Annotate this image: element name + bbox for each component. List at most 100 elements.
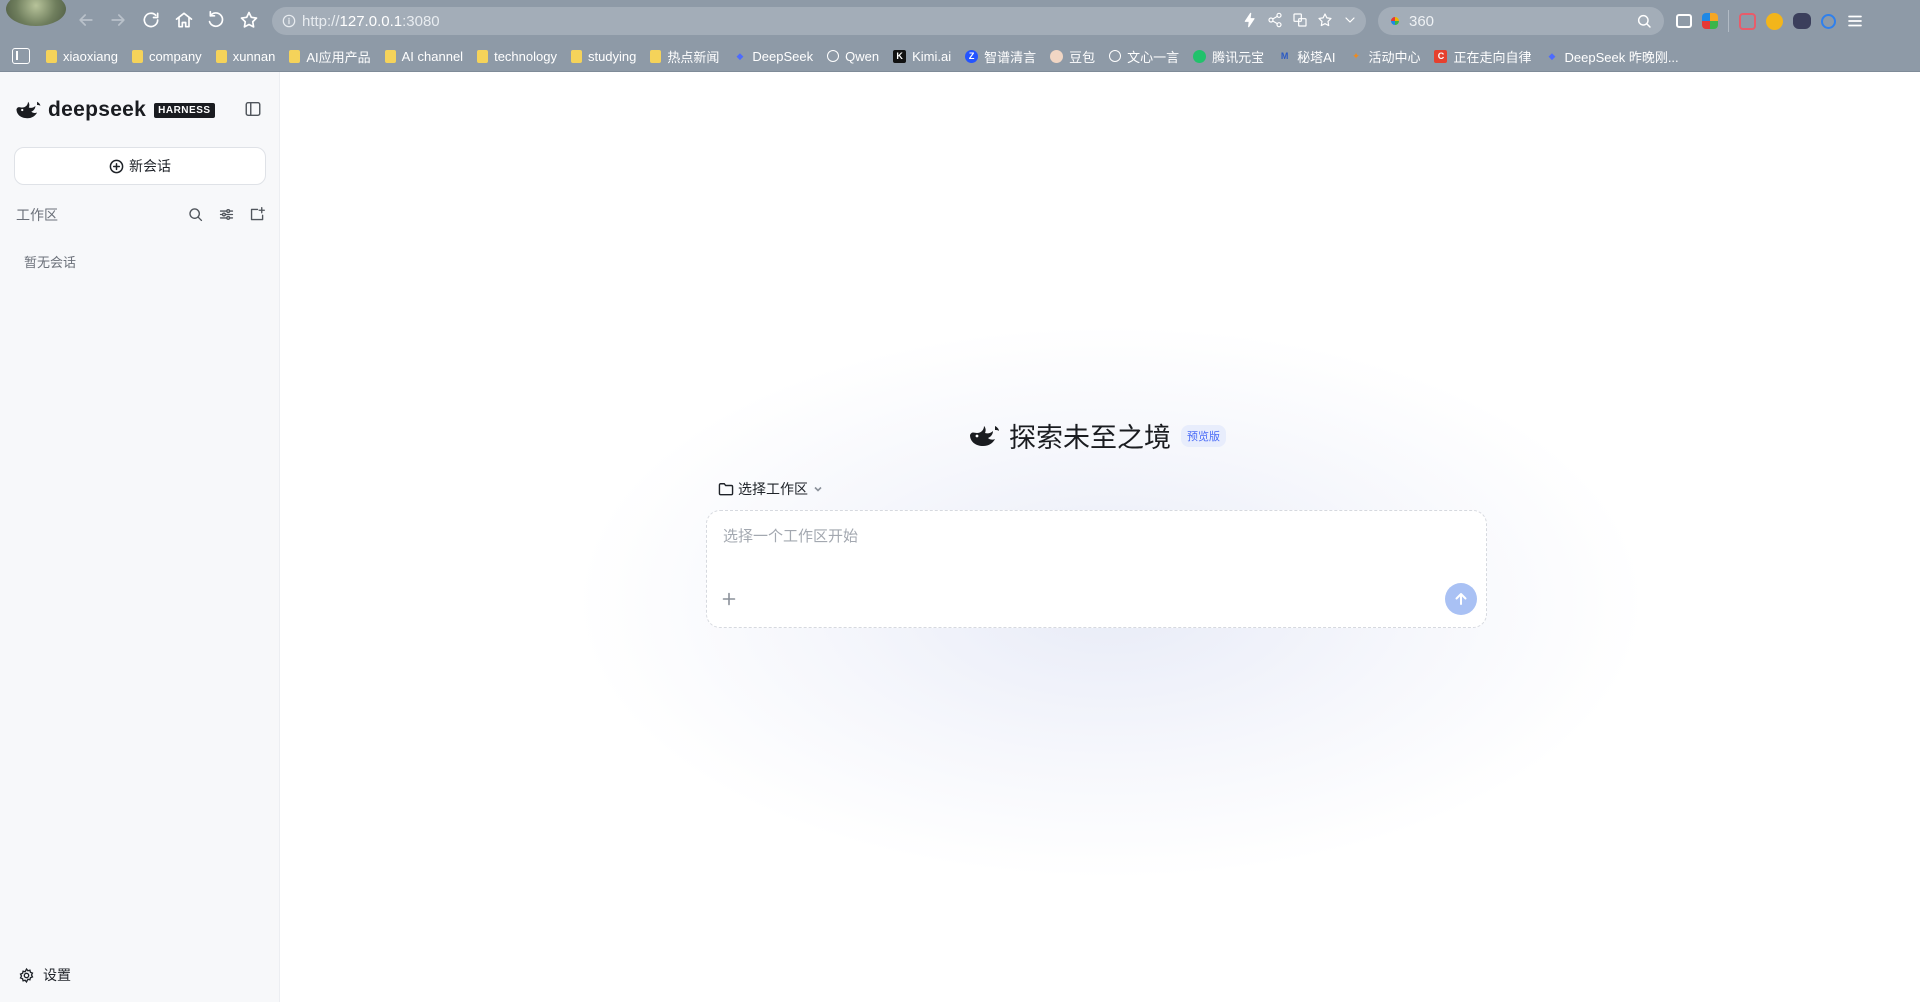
share-icon[interactable] (1267, 12, 1283, 28)
bookmark-xiaoxiang[interactable]: xiaoxiang (46, 45, 118, 67)
wenxin-icon (1109, 50, 1122, 62)
new-chat-label: 新会话 (129, 158, 171, 174)
bookmark-label: 正在走向自律 (1453, 49, 1532, 65)
bookmark-doubao[interactable]: 豆包 (1050, 45, 1095, 67)
lightning-icon[interactable] (1242, 12, 1258, 28)
toolbar-divider (1728, 10, 1729, 32)
bookmark-deepseek-news[interactable]: ◆ DeepSeek 昨晚刚... (1546, 45, 1679, 67)
filter-sliders-icon[interactable] (218, 206, 235, 223)
search-icon[interactable] (187, 206, 204, 223)
empty-conversations-text: 暂无会话 (24, 255, 77, 270)
send-button[interactable] (1445, 583, 1477, 615)
bookmark-activity[interactable]: ✦ 活动中心 (1349, 45, 1420, 67)
metaso-icon: M (1280, 51, 1289, 61)
favorite-star-icon[interactable] (1317, 12, 1333, 28)
profile-avatar[interactable] (6, 0, 66, 26)
search-icon[interactable] (1636, 13, 1652, 29)
url-host: 127.0.0.1 (339, 12, 403, 30)
brand-logo[interactable]: deepseek HARNESS (14, 98, 215, 122)
bookmark-label: 文心一言 (1127, 49, 1180, 65)
bookmark-label: Qwen (845, 48, 880, 64)
bookmark-ai-apps[interactable]: AI应用产品 (289, 45, 371, 67)
folder-icon (289, 49, 301, 63)
search-engine-icon[interactable] (1388, 14, 1402, 28)
new-chat-button[interactable]: 新会话 (14, 147, 266, 185)
attach-button[interactable] (721, 591, 739, 609)
bookmark-label: technology (494, 48, 557, 64)
doubao-icon (1050, 49, 1064, 63)
sidebar-panel-icon (245, 101, 261, 117)
star-icon (240, 11, 258, 28)
zhipu-icon: Z (965, 49, 979, 63)
main-content: 探索未至之境 预览版 选择工作区 (281, 72, 1920, 1002)
deepseek-icon: ◆ (736, 50, 744, 61)
search-box[interactable]: 360 (1378, 7, 1664, 35)
bookmark-self-discipline[interactable]: C 正在走向自律 (1434, 45, 1532, 67)
url-text: http://127.0.0.1:3080 (302, 13, 440, 30)
bookmark-yuanbao[interactable]: 腾讯元宝 (1193, 45, 1264, 67)
bookmark-label: 热点新闻 (667, 49, 720, 65)
bookmark-label: 腾讯元宝 (1212, 49, 1265, 65)
blue-search-extension-icon[interactable] (1821, 13, 1836, 29)
sidebar-toggle-icon[interactable] (12, 48, 30, 64)
bookmark-technology[interactable]: technology (477, 45, 557, 67)
workspace-selector[interactable]: 选择工作区 (718, 479, 823, 499)
apps-extension-icon[interactable] (1702, 13, 1718, 29)
new-folder-icon[interactable] (249, 206, 266, 223)
plus-icon (722, 592, 736, 606)
moon-extension-icon[interactable] (1766, 12, 1783, 30)
red-grid-extension-icon[interactable] (1739, 12, 1756, 30)
bookmark-metaso[interactable]: M 秘塔AI (1278, 45, 1336, 67)
screenshot-extension-icon[interactable] (1676, 14, 1692, 28)
yuanbao-icon (1193, 49, 1207, 63)
chevron-down-icon[interactable] (1342, 12, 1358, 28)
gear-icon (19, 967, 34, 983)
hero-heading: 探索未至之境 预览版 (967, 416, 1226, 455)
undo-button[interactable] (205, 8, 229, 32)
search-text: 360 (1409, 12, 1435, 30)
menu-icon[interactable] (1846, 11, 1864, 31)
whale-logo-icon (16, 101, 41, 119)
bookmark-hot-news[interactable]: 热点新闻 (650, 45, 719, 67)
hero-title: 探索未至之境 (1009, 423, 1171, 453)
folder-icon (570, 49, 582, 63)
bookmark-deepseek[interactable]: ◆ DeepSeek (733, 45, 813, 67)
home-button[interactable] (172, 8, 196, 32)
bookmark-label: DeepSeek (752, 48, 814, 64)
reload-button[interactable] (139, 8, 163, 32)
workspace-title: 工作区 (16, 207, 58, 223)
info-icon (282, 14, 296, 28)
bookmark-zhipu[interactable]: Z 智谱清言 (965, 45, 1036, 67)
bookmark-wenxin[interactable]: 文心一言 (1109, 45, 1179, 67)
bookmark-label: 秘塔AI (1297, 49, 1336, 65)
bookmark-label: studying (587, 48, 637, 64)
folder-icon (650, 49, 662, 63)
bookmark-label: 智谱清言 (984, 49, 1037, 65)
url-prefix: http:// (302, 12, 340, 30)
sidebar: deepseek HARNESS 新会话 工作区 暂无会话 设置 (0, 72, 280, 1002)
collapse-sidebar-button[interactable] (244, 100, 264, 120)
robot-extension-icon[interactable] (1793, 13, 1811, 29)
translate-icon[interactable] (1292, 12, 1308, 28)
bookmarks-bar: xiaoxiang company xunnan AI应用产品 AI chann… (0, 41, 1920, 72)
bookmark-xunnan[interactable]: xunnan (215, 45, 275, 67)
bookmark-company[interactable]: company (131, 45, 202, 67)
bookmark-ai-channel[interactable]: AI channel (384, 45, 463, 67)
message-input[interactable] (723, 525, 1463, 565)
bookmark-studying[interactable]: studying (570, 45, 637, 67)
bookmark-qwen[interactable]: Qwen (827, 45, 879, 67)
kimi-icon: K (893, 49, 907, 63)
address-bar[interactable]: http://127.0.0.1:3080 (272, 7, 1366, 35)
bookmark-label: 豆包 (1069, 49, 1096, 65)
bookmark-kimi[interactable]: K Kimi.ai (893, 45, 951, 67)
bookmark-label: DeepSeek 昨晚刚... (1564, 49, 1679, 65)
back-button[interactable] (74, 8, 98, 32)
workspace-header: 工作区 (16, 204, 266, 226)
forward-button[interactable] (106, 8, 130, 32)
url-port: :3080 (402, 12, 440, 30)
settings-button[interactable]: 设置 (18, 965, 71, 985)
plus-circle-icon (109, 159, 124, 173)
bookmark-label: AI应用产品 (306, 49, 371, 65)
bookmark-star-button[interactable] (237, 8, 261, 32)
bookmark-label: Kimi.ai (912, 48, 952, 64)
